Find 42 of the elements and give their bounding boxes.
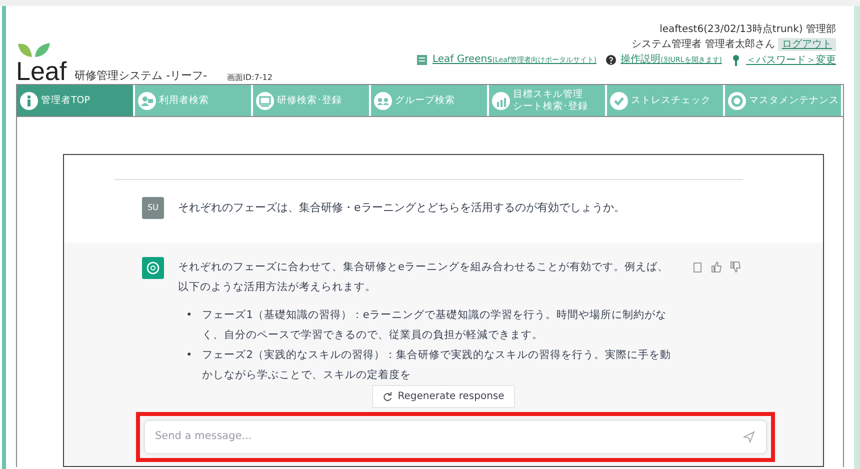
help-icon <box>604 54 617 66</box>
refresh-icon <box>382 392 392 401</box>
logout-link[interactable]: ログアウト <box>778 38 836 51</box>
avatar: SU <box>142 197 164 219</box>
nav-tab[interactable]: 目標スキル管理 シート検索･登録 <box>489 85 607 116</box>
clipboard-icon[interactable] <box>692 261 703 273</box>
nav-tab-label: 目標スキル管理 <box>513 88 584 100</box>
user-info: leaftest6(23/02/13時点trunk) 管理部 <box>660 24 836 35</box>
user-icon <box>138 92 156 110</box>
group-icon <box>374 92 392 110</box>
nav-tab[interactable]: マスタメンテナンス <box>725 85 843 116</box>
user-info: システム管理者 管理者太郎さん <box>632 39 775 50</box>
settings-icon <box>728 92 746 110</box>
nav-tab-label: シート検索･登録 <box>513 100 588 112</box>
send-icon[interactable] <box>743 431 755 443</box>
thumbs-up-icon[interactable] <box>711 261 722 273</box>
message-input[interactable]: Send a message... <box>144 420 767 454</box>
link[interactable]: ＜パスワード＞変更 <box>746 52 836 68</box>
nav-tab[interactable]: 研修検索･登録 <box>253 85 371 116</box>
logo: Leaf <box>16 58 67 84</box>
portal-icon <box>416 54 428 66</box>
nav-tab[interactable]: 利用者検索 <box>135 85 253 116</box>
assistant-avatar-icon <box>142 257 164 279</box>
nav-tab[interactable]: ストレスチェック <box>607 85 725 116</box>
nav-tab[interactable]: グループ検索 <box>371 85 489 116</box>
bullet: • <box>186 348 192 363</box>
monitor-icon <box>256 92 274 110</box>
bar-chart-icon <box>492 92 510 110</box>
screen-id: 画面ID:7-12 <box>227 72 272 84</box>
regenerate-button[interactable]: Regenerate response <box>372 385 516 408</box>
system-title: 研修管理システム -リーフ- <box>74 68 208 84</box>
message-text: それぞれのフェーズに合わせて、集合研修とeラーニングを組み合わせることが有効です。例えば、以下のような活用方法が考えられます。 <box>178 260 670 295</box>
leaf-icon <box>16 42 52 58</box>
bullet: • <box>186 308 192 323</box>
list-item: フェーズ2（実践的なスキルの習得）：集合研修で実践的なスキルの習得を行う。実際に手を動かしながら学ぶことで、スキルの定着度を <box>202 348 672 383</box>
checkmark-icon <box>610 92 628 110</box>
list-item: フェーズ1（基礎知識の習得）：eラーニングで基礎知識の学習を行う。時間や場所に制約がなく、自分のペースで学習できるので、従業員の負担が軽減できます。 <box>202 308 668 343</box>
info-icon <box>20 92 38 110</box>
message-text: それぞれのフェーズは、集合研修・eラーニングとどちらを活用するのが有効でしょうか。 <box>178 200 625 216</box>
thumbs-down-icon[interactable] <box>730 261 741 273</box>
key-icon <box>730 54 742 66</box>
nav-tab[interactable]: 管理者TOP <box>17 85 135 116</box>
